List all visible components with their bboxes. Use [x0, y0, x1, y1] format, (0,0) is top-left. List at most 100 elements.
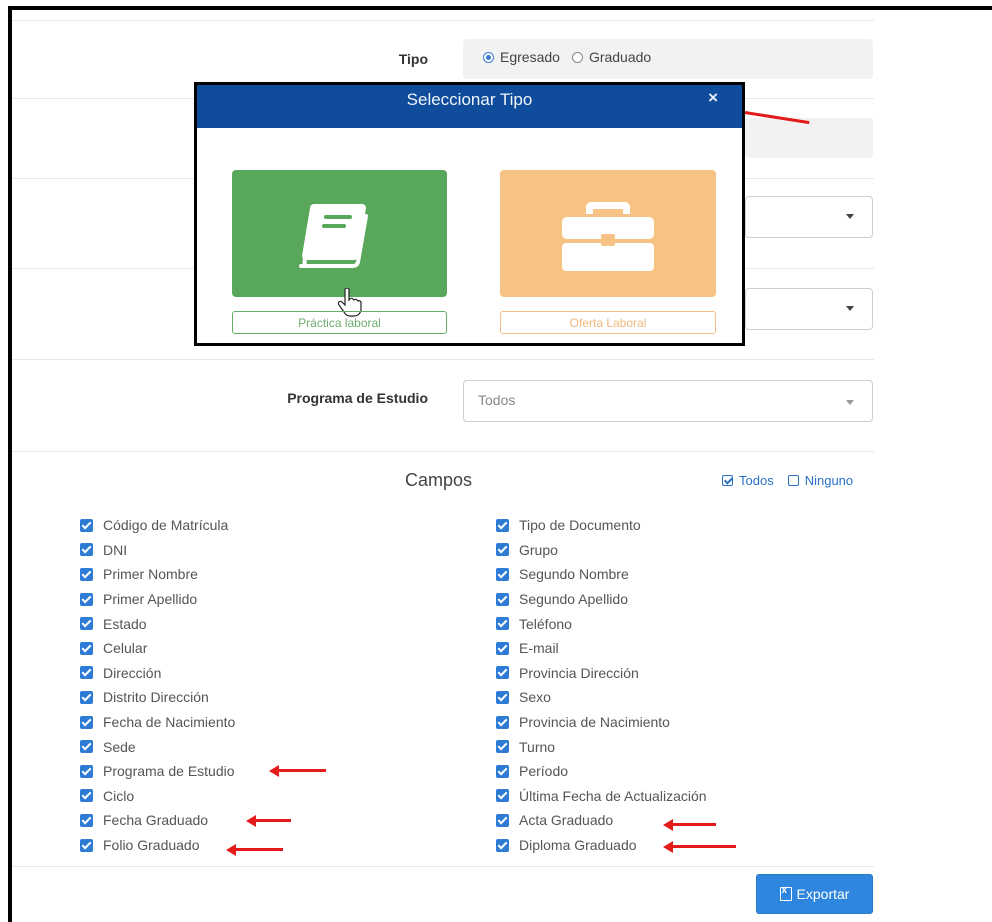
close-icon[interactable]: × — [708, 88, 718, 108]
checkbox-checked-icon[interactable] — [80, 592, 93, 606]
hidden-select[interactable] — [745, 288, 873, 330]
campo-checkbox-item[interactable]: Primer Apellido — [80, 587, 235, 612]
checkbox-checked-icon[interactable] — [496, 764, 509, 778]
checkbox-checked-icon[interactable] — [80, 715, 93, 729]
campo-checkbox-item[interactable]: Fecha Graduado — [80, 808, 235, 833]
checkbox-checked-icon[interactable] — [496, 543, 509, 557]
campo-checkbox-item[interactable]: Grupo — [496, 538, 707, 563]
checkbox-checked-icon[interactable] — [80, 764, 93, 778]
campo-label: Turno — [519, 738, 556, 755]
check-all-icon[interactable] — [722, 475, 733, 486]
campos-title: Campos — [405, 470, 473, 490]
campo-label: Sede — [103, 738, 136, 755]
campo-label: Diploma Graduado — [519, 837, 637, 854]
practica-laboral-button[interactable]: Práctica laboral — [232, 311, 447, 334]
select-none-link[interactable]: Ninguno — [805, 473, 853, 488]
checkbox-checked-icon[interactable] — [496, 813, 509, 827]
campo-checkbox-item[interactable]: Provincia de Nacimiento — [496, 710, 707, 735]
radio-graduado[interactable] — [571, 51, 583, 63]
checkbox-checked-icon[interactable] — [80, 666, 93, 680]
campo-checkbox-item[interactable]: Ciclo — [80, 784, 235, 809]
campo-checkbox-item[interactable]: Código de Matrícula — [80, 513, 235, 538]
programa-label: Programa de Estudio — [287, 390, 428, 406]
checkbox-checked-icon[interactable] — [80, 617, 93, 631]
campo-checkbox-item[interactable]: Distrito Dirección — [80, 685, 235, 710]
campo-checkbox-item[interactable]: Tipo de Documento — [496, 513, 707, 538]
checkbox-checked-icon[interactable] — [80, 813, 93, 827]
campo-checkbox-item[interactable]: Dirección — [80, 661, 235, 686]
chevron-down-icon — [846, 214, 854, 219]
campo-checkbox-item[interactable]: E-mail — [496, 636, 707, 661]
campo-label: Sexo — [519, 689, 551, 706]
campo-label: Ciclo — [103, 787, 135, 804]
campo-label: Segundo Nombre — [519, 566, 629, 583]
check-none-icon[interactable] — [787, 475, 799, 486]
checkbox-checked-icon[interactable] — [80, 543, 93, 557]
checkbox-checked-icon[interactable] — [496, 666, 509, 680]
campo-label: Distrito Dirección — [103, 689, 209, 706]
checkbox-checked-icon[interactable] — [496, 617, 509, 631]
checkbox-checked-icon[interactable] — [80, 690, 93, 704]
campo-checkbox-item[interactable]: Primer Nombre — [80, 562, 235, 587]
campo-checkbox-item[interactable]: Sede — [80, 734, 235, 759]
campo-checkbox-item[interactable]: Folio Graduado — [80, 833, 235, 858]
annotation-arrow — [269, 764, 326, 777]
select-all-link[interactable]: Todos — [739, 473, 774, 488]
radio-egresado[interactable] — [483, 51, 494, 63]
checkbox-checked-icon[interactable] — [80, 838, 93, 852]
screenshot-frame: Tipo Egresado Graduado Programa de Estud… — [0, 0, 992, 922]
campo-label: Acta Graduado — [519, 812, 614, 829]
checkbox-checked-icon[interactable] — [496, 567, 509, 581]
campo-checkbox-item[interactable]: Estado — [80, 611, 235, 636]
campo-label: Teléfono — [519, 615, 572, 632]
campo-checkbox-item[interactable]: Programa de Estudio — [80, 759, 235, 784]
checkbox-checked-icon[interactable] — [496, 518, 509, 532]
checkbox-checked-icon[interactable] — [496, 690, 509, 704]
practica-laboral-tile[interactable] — [232, 170, 447, 317]
radio-graduado-label: Graduado — [588, 49, 652, 65]
programa-select[interactable]: Todos — [463, 380, 873, 422]
campo-label: Tipo de Documento — [519, 517, 641, 534]
tipo-radio-group: Egresado Graduado — [483, 49, 651, 65]
campo-checkbox-item[interactable]: Acta Graduado — [496, 808, 707, 833]
checkbox-checked-icon[interactable] — [80, 567, 93, 581]
checkbox-checked-icon[interactable] — [496, 789, 509, 803]
campo-checkbox-item[interactable]: Celular — [80, 636, 235, 661]
campo-checkbox-item[interactable]: Segundo Nombre — [496, 562, 707, 587]
campo-label: Grupo — [519, 541, 558, 558]
frame-border-top — [8, 6, 992, 10]
briefcase-icon — [562, 202, 654, 271]
checkbox-checked-icon[interactable] — [496, 641, 509, 655]
checkbox-checked-icon[interactable] — [496, 740, 509, 754]
campo-label: Provincia Dirección — [519, 664, 639, 681]
campo-label: Dirección — [103, 664, 162, 681]
campo-checkbox-item[interactable]: Segundo Apellido — [496, 587, 707, 612]
campo-checkbox-item[interactable]: Teléfono — [496, 611, 707, 636]
oferta-laboral-button[interactable]: Oferta Laboral — [500, 311, 716, 334]
campo-label: Fecha Graduado — [103, 812, 209, 829]
checkbox-checked-icon[interactable] — [496, 838, 509, 852]
divider — [12, 20, 874, 21]
campo-checkbox-item[interactable]: Sexo — [496, 685, 707, 710]
checkbox-checked-icon[interactable] — [496, 715, 509, 729]
campo-label: Código de Matrícula — [103, 517, 229, 534]
checkbox-checked-icon[interactable] — [80, 641, 93, 655]
checkbox-checked-icon[interactable] — [80, 740, 93, 754]
hidden-select[interactable] — [745, 196, 873, 238]
campo-checkbox-item[interactable]: Provincia Dirección — [496, 661, 707, 686]
campo-checkbox-item[interactable]: DNI — [80, 538, 235, 563]
export-button[interactable]: Exportar — [756, 874, 873, 914]
modal-body: Seleccionar Tipo × Práctica laboral Ofer… — [197, 85, 742, 343]
campo-checkbox-item[interactable]: Turno — [496, 734, 707, 759]
checkbox-checked-icon[interactable] — [80, 518, 93, 532]
campo-checkbox-item[interactable]: Período — [496, 759, 707, 784]
campo-label: Celular — [103, 640, 148, 657]
checkbox-checked-icon[interactable] — [496, 592, 509, 606]
campo-checkbox-item[interactable]: Última Fecha de Actualización — [496, 784, 707, 809]
oferta-laboral-tile[interactable] — [500, 170, 716, 297]
campo-label: Fecha de Nacimiento — [103, 714, 236, 731]
hidden-field[interactable] — [745, 118, 873, 158]
campo-checkbox-item[interactable]: Fecha de Nacimiento — [80, 710, 235, 735]
checkbox-checked-icon[interactable] — [80, 789, 93, 803]
campo-label: Período — [519, 763, 569, 780]
